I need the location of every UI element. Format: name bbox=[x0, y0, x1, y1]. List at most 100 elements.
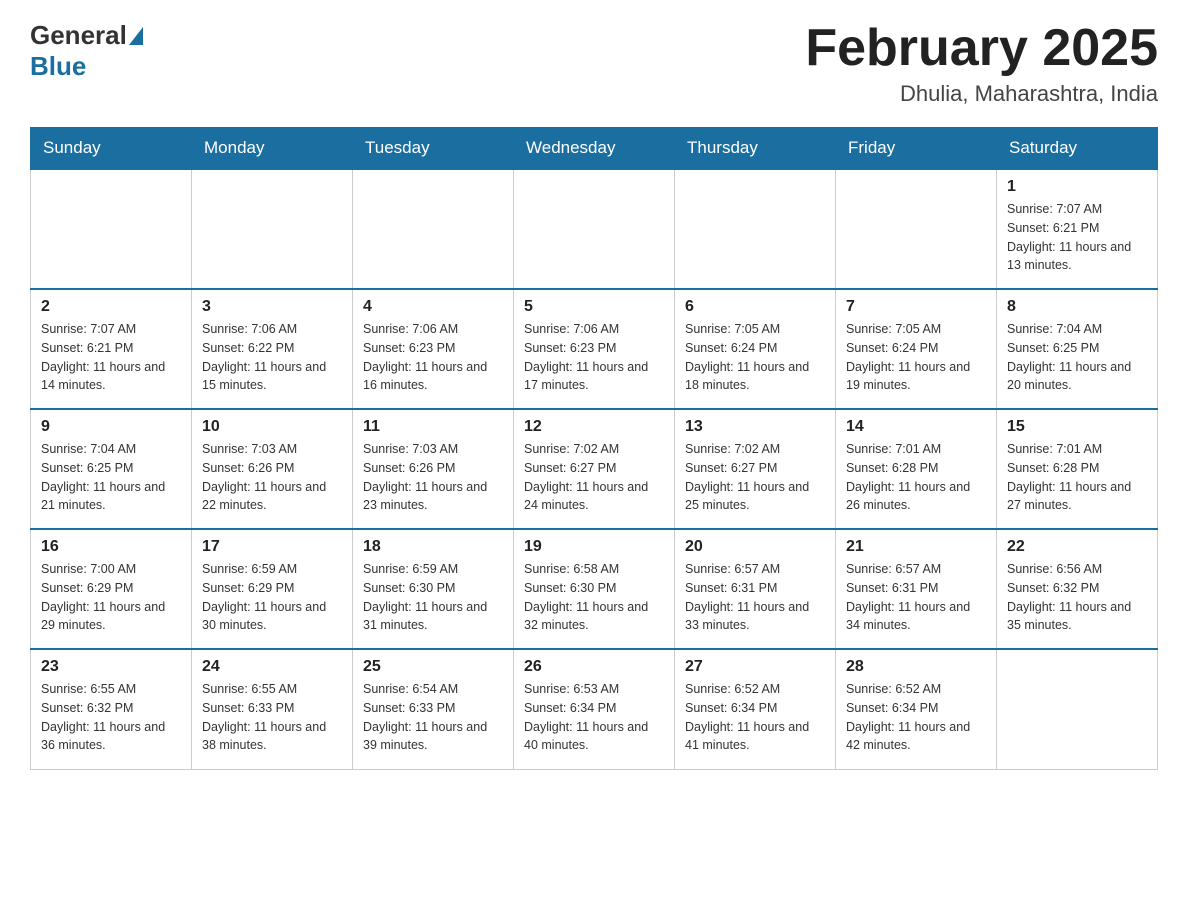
logo-blue-text: Blue bbox=[30, 51, 86, 81]
week-row-4: 16 Sunrise: 7:00 AM Sunset: 6:29 PM Dayli… bbox=[31, 529, 1158, 649]
day-info: Sunrise: 7:04 AM Sunset: 6:25 PM Dayligh… bbox=[1007, 320, 1147, 395]
week-row-3: 9 Sunrise: 7:04 AM Sunset: 6:25 PM Daylig… bbox=[31, 409, 1158, 529]
day-number: 22 bbox=[1007, 538, 1147, 556]
calendar-cell: 1 Sunrise: 7:07 AM Sunset: 6:21 PM Daylig… bbox=[997, 169, 1158, 289]
title-block: February 2025 Dhulia, Maharashtra, India bbox=[805, 20, 1158, 107]
calendar-cell: 15Sunrise: 7:01 AM Sunset: 6:28 PM Dayli… bbox=[997, 409, 1158, 529]
day-number: 1 bbox=[1007, 178, 1147, 196]
day-info: Sunrise: 6:52 AM Sunset: 6:34 PM Dayligh… bbox=[846, 680, 986, 755]
calendar-cell: 28 Sunrise: 6:52 AM Sunset: 6:34 PM Dayli… bbox=[836, 649, 997, 769]
day-number: 24 bbox=[202, 658, 342, 676]
calendar-cell: 10Sunrise: 7:03 AM Sunset: 6:26 PM Dayli… bbox=[192, 409, 353, 529]
col-monday: Monday bbox=[192, 128, 353, 170]
day-info: Sunrise: 7:00 AM Sunset: 6:29 PM Dayligh… bbox=[41, 560, 181, 635]
day-number: 12 bbox=[524, 418, 664, 436]
day-number: 13 bbox=[685, 418, 825, 436]
day-number: 6 bbox=[685, 298, 825, 316]
calendar-cell: 7 Sunrise: 7:05 AM Sunset: 6:24 PM Daylig… bbox=[836, 289, 997, 409]
day-info: Sunrise: 7:03 AM Sunset: 6:26 PM Dayligh… bbox=[363, 440, 503, 515]
calendar-cell bbox=[997, 649, 1158, 769]
location-text: Dhulia, Maharashtra, India bbox=[805, 81, 1158, 107]
calendar-cell: 24 Sunrise: 6:55 AM Sunset: 6:33 PM Dayli… bbox=[192, 649, 353, 769]
day-info: Sunrise: 7:02 AM Sunset: 6:27 PM Dayligh… bbox=[524, 440, 664, 515]
day-info: Sunrise: 7:07 AM Sunset: 6:21 PM Dayligh… bbox=[1007, 200, 1147, 275]
calendar-cell: 17 Sunrise: 6:59 AM Sunset: 6:29 PM Dayli… bbox=[192, 529, 353, 649]
day-info: Sunrise: 6:52 AM Sunset: 6:34 PM Dayligh… bbox=[685, 680, 825, 755]
day-number: 11 bbox=[363, 418, 503, 436]
calendar-cell: 18 Sunrise: 6:59 AM Sunset: 6:30 PM Dayli… bbox=[353, 529, 514, 649]
day-info: Sunrise: 6:57 AM Sunset: 6:31 PM Dayligh… bbox=[846, 560, 986, 635]
calendar-cell: 8Sunrise: 7:04 AM Sunset: 6:25 PM Daylig… bbox=[997, 289, 1158, 409]
day-info: Sunrise: 7:01 AM Sunset: 6:28 PM Dayligh… bbox=[846, 440, 986, 515]
day-info: Sunrise: 7:06 AM Sunset: 6:22 PM Dayligh… bbox=[202, 320, 342, 395]
day-info: Sunrise: 6:58 AM Sunset: 6:30 PM Dayligh… bbox=[524, 560, 664, 635]
day-info: Sunrise: 7:02 AM Sunset: 6:27 PM Dayligh… bbox=[685, 440, 825, 515]
calendar-cell bbox=[836, 169, 997, 289]
day-info: Sunrise: 6:59 AM Sunset: 6:30 PM Dayligh… bbox=[363, 560, 503, 635]
logo: General Blue bbox=[30, 20, 145, 82]
day-number: 25 bbox=[363, 658, 503, 676]
day-number: 2 bbox=[41, 298, 181, 316]
calendar-cell bbox=[353, 169, 514, 289]
week-row-2: 2Sunrise: 7:07 AM Sunset: 6:21 PM Daylig… bbox=[31, 289, 1158, 409]
day-info: Sunrise: 6:57 AM Sunset: 6:31 PM Dayligh… bbox=[685, 560, 825, 635]
calendar-cell: 16 Sunrise: 7:00 AM Sunset: 6:29 PM Dayli… bbox=[31, 529, 192, 649]
calendar-cell bbox=[675, 169, 836, 289]
calendar-cell: 19 Sunrise: 6:58 AM Sunset: 6:30 PM Dayli… bbox=[514, 529, 675, 649]
day-info: Sunrise: 6:54 AM Sunset: 6:33 PM Dayligh… bbox=[363, 680, 503, 755]
col-sunday: Sunday bbox=[31, 128, 192, 170]
calendar-table: Sunday Monday Tuesday Wednesday Thursday… bbox=[30, 127, 1158, 770]
calendar-cell: 9 Sunrise: 7:04 AM Sunset: 6:25 PM Daylig… bbox=[31, 409, 192, 529]
day-number: 7 bbox=[846, 298, 986, 316]
page-header: General Blue February 2025 Dhulia, Mahar… bbox=[30, 20, 1158, 107]
calendar-cell: 11 Sunrise: 7:03 AM Sunset: 6:26 PM Dayli… bbox=[353, 409, 514, 529]
day-info: Sunrise: 7:06 AM Sunset: 6:23 PM Dayligh… bbox=[363, 320, 503, 395]
day-number: 9 bbox=[41, 418, 181, 436]
month-title: February 2025 bbox=[805, 20, 1158, 77]
day-info: Sunrise: 6:53 AM Sunset: 6:34 PM Dayligh… bbox=[524, 680, 664, 755]
logo-triangle-icon bbox=[129, 27, 143, 45]
day-number: 17 bbox=[202, 538, 342, 556]
day-number: 10 bbox=[202, 418, 342, 436]
day-info: Sunrise: 7:05 AM Sunset: 6:24 PM Dayligh… bbox=[685, 320, 825, 395]
calendar-cell bbox=[514, 169, 675, 289]
calendar-cell: 14Sunrise: 7:01 AM Sunset: 6:28 PM Dayli… bbox=[836, 409, 997, 529]
calendar-cell: 5Sunrise: 7:06 AM Sunset: 6:23 PM Daylig… bbox=[514, 289, 675, 409]
day-number: 18 bbox=[363, 538, 503, 556]
calendar-cell: 26 Sunrise: 6:53 AM Sunset: 6:34 PM Dayli… bbox=[514, 649, 675, 769]
calendar-header-row: Sunday Monday Tuesday Wednesday Thursday… bbox=[31, 128, 1158, 170]
day-info: Sunrise: 7:04 AM Sunset: 6:25 PM Dayligh… bbox=[41, 440, 181, 515]
day-info: Sunrise: 7:05 AM Sunset: 6:24 PM Dayligh… bbox=[846, 320, 986, 395]
calendar-cell: 22 Sunrise: 6:56 AM Sunset: 6:32 PM Dayli… bbox=[997, 529, 1158, 649]
calendar-cell: 3Sunrise: 7:06 AM Sunset: 6:22 PM Daylig… bbox=[192, 289, 353, 409]
calendar-cell: 13 Sunrise: 7:02 AM Sunset: 6:27 PM Dayli… bbox=[675, 409, 836, 529]
calendar-cell bbox=[192, 169, 353, 289]
day-number: 27 bbox=[685, 658, 825, 676]
day-info: Sunrise: 7:01 AM Sunset: 6:28 PM Dayligh… bbox=[1007, 440, 1147, 515]
day-number: 23 bbox=[41, 658, 181, 676]
calendar-cell: 27 Sunrise: 6:52 AM Sunset: 6:34 PM Dayli… bbox=[675, 649, 836, 769]
day-info: Sunrise: 6:56 AM Sunset: 6:32 PM Dayligh… bbox=[1007, 560, 1147, 635]
calendar-cell: 21Sunrise: 6:57 AM Sunset: 6:31 PM Dayli… bbox=[836, 529, 997, 649]
day-info: Sunrise: 6:55 AM Sunset: 6:32 PM Dayligh… bbox=[41, 680, 181, 755]
calendar-cell: 25 Sunrise: 6:54 AM Sunset: 6:33 PM Dayli… bbox=[353, 649, 514, 769]
day-info: Sunrise: 6:59 AM Sunset: 6:29 PM Dayligh… bbox=[202, 560, 342, 635]
calendar-cell: 20 Sunrise: 6:57 AM Sunset: 6:31 PM Dayli… bbox=[675, 529, 836, 649]
col-tuesday: Tuesday bbox=[353, 128, 514, 170]
calendar-cell: 2Sunrise: 7:07 AM Sunset: 6:21 PM Daylig… bbox=[31, 289, 192, 409]
calendar-cell: 23 Sunrise: 6:55 AM Sunset: 6:32 PM Dayli… bbox=[31, 649, 192, 769]
week-row-5: 23 Sunrise: 6:55 AM Sunset: 6:32 PM Dayli… bbox=[31, 649, 1158, 769]
week-row-1: 1 Sunrise: 7:07 AM Sunset: 6:21 PM Daylig… bbox=[31, 169, 1158, 289]
day-number: 4 bbox=[363, 298, 503, 316]
col-wednesday: Wednesday bbox=[514, 128, 675, 170]
calendar-cell bbox=[31, 169, 192, 289]
calendar-cell: 6 Sunrise: 7:05 AM Sunset: 6:24 PM Daylig… bbox=[675, 289, 836, 409]
day-number: 28 bbox=[846, 658, 986, 676]
day-number: 20 bbox=[685, 538, 825, 556]
col-saturday: Saturday bbox=[997, 128, 1158, 170]
day-info: Sunrise: 6:55 AM Sunset: 6:33 PM Dayligh… bbox=[202, 680, 342, 755]
day-number: 19 bbox=[524, 538, 664, 556]
day-number: 26 bbox=[524, 658, 664, 676]
day-number: 16 bbox=[41, 538, 181, 556]
col-friday: Friday bbox=[836, 128, 997, 170]
